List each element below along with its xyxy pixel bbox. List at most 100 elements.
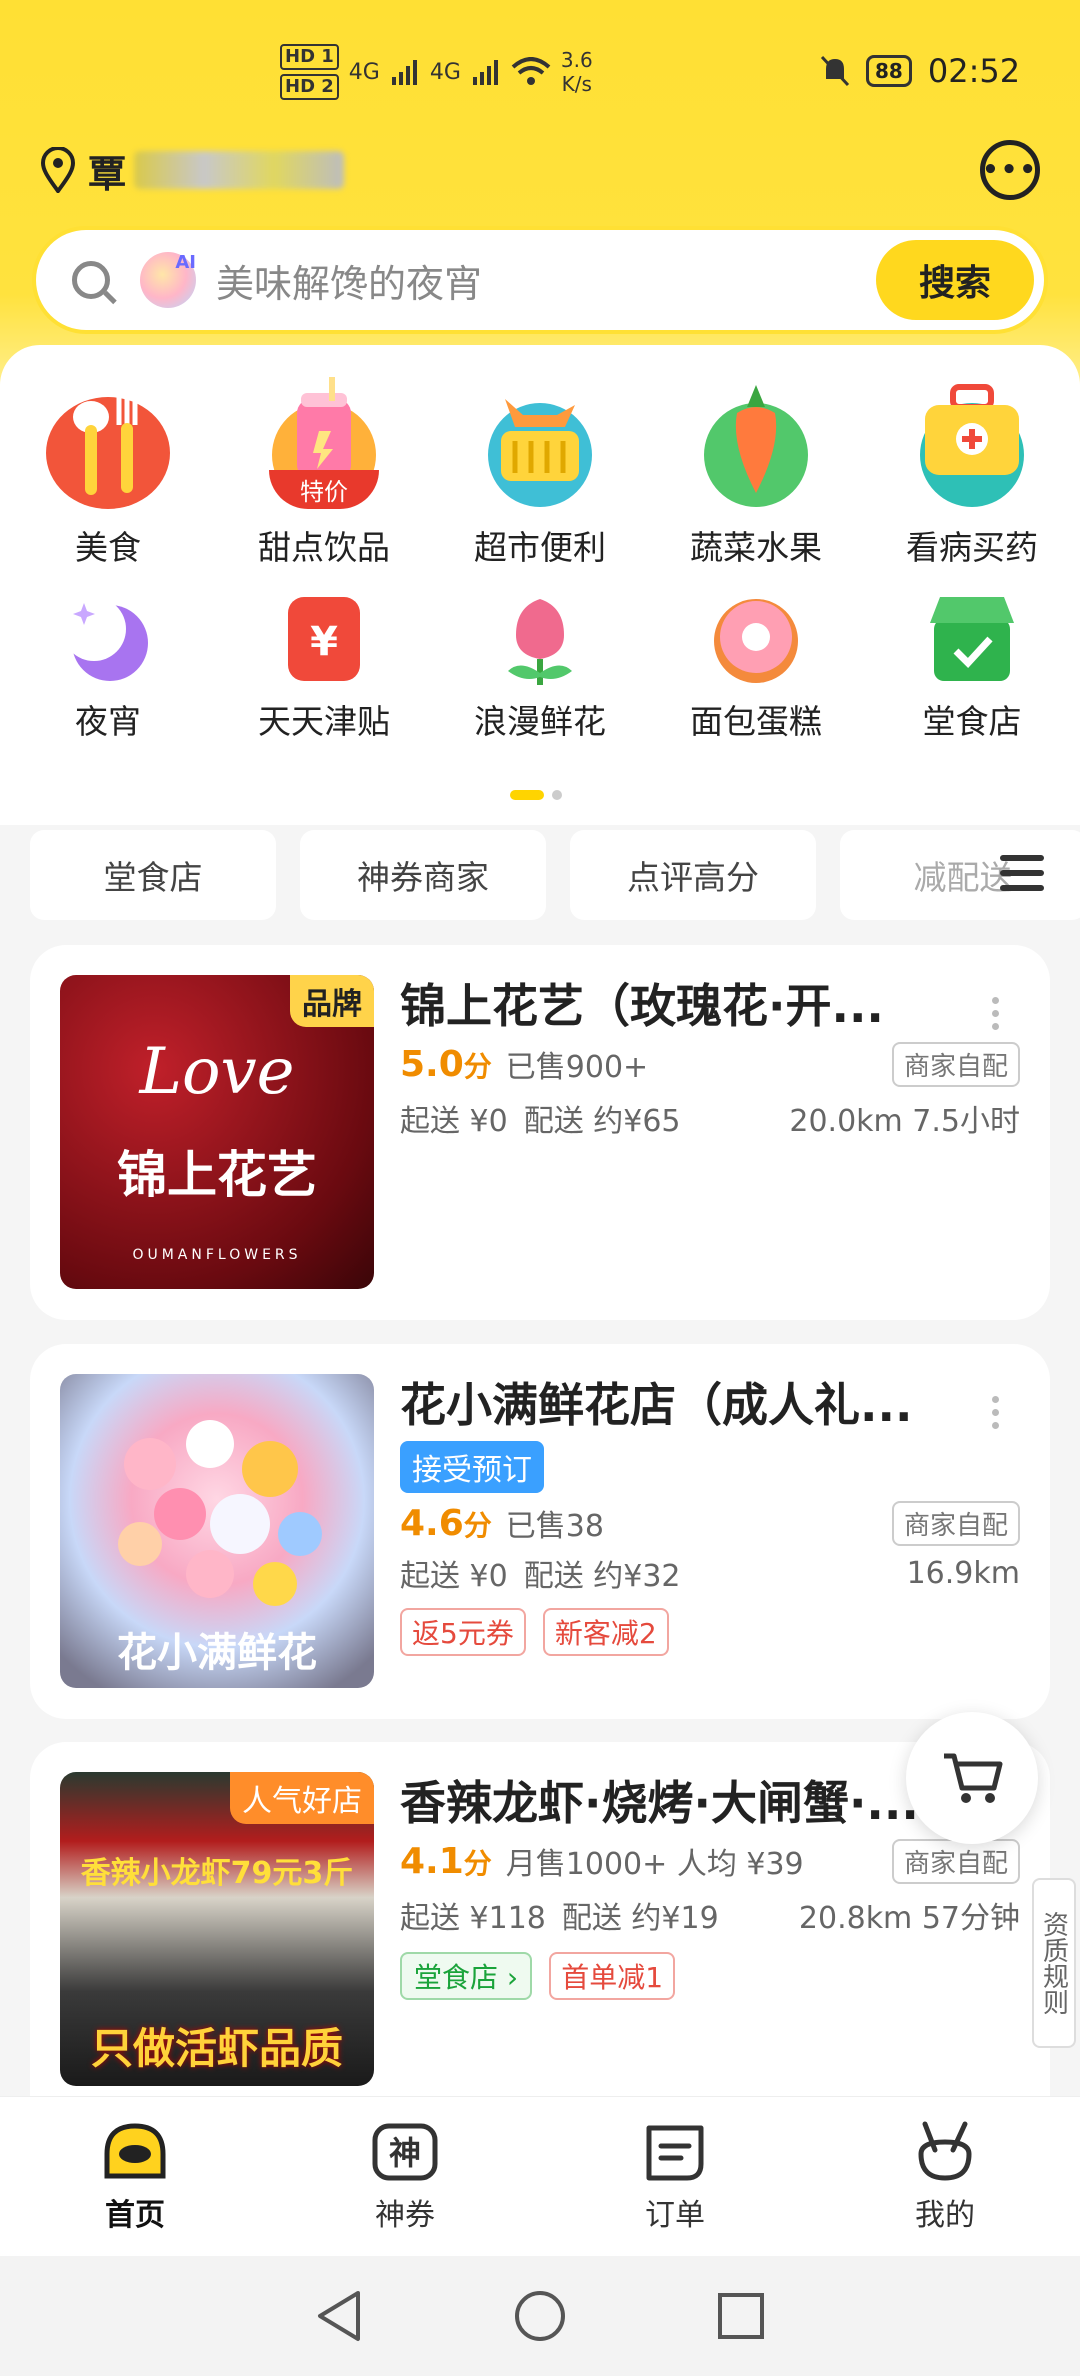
search-bar[interactable]: AI 美味解馋的夜宵 搜索 bbox=[36, 230, 1044, 330]
delivery-row: 起送 ¥0 配送 约¥32 16.9km bbox=[400, 1548, 1020, 1598]
back-icon[interactable] bbox=[314, 2289, 364, 2343]
status-left: HD 1 HD 2 4G 4G 3.6 K/s bbox=[280, 44, 593, 100]
min-order: 起送 ¥118 bbox=[400, 1901, 546, 1936]
hd1-indicator: HD 1 bbox=[280, 44, 339, 70]
carrot-icon bbox=[681, 375, 831, 515]
category-night-snack[interactable]: 夜宵 bbox=[0, 589, 216, 743]
delivery-row: 起送 ¥118 配送 约¥19 20.8km 57分钟 bbox=[400, 1888, 1020, 1942]
category-daily-subsidy[interactable]: ¥ 天天津贴 bbox=[216, 589, 432, 743]
store-sales: 已售38 bbox=[505, 1509, 604, 1544]
category-label: 浪漫鲜花 bbox=[474, 702, 606, 741]
store-card[interactable]: 品牌 Love 锦上花艺 OUMANFLOWERS 锦上花艺（玫瑰花·开... … bbox=[30, 945, 1050, 1320]
recents-icon[interactable] bbox=[716, 2291, 766, 2341]
category-food[interactable]: 美食 bbox=[0, 375, 216, 569]
utensils-icon bbox=[33, 375, 183, 515]
nav-profile[interactable]: 我的 bbox=[810, 2097, 1080, 2256]
filter-coupon-merchants[interactable]: 神券商家 bbox=[300, 830, 546, 920]
nav-coupon[interactable]: 神 神券 bbox=[270, 2097, 540, 2256]
delivery-type-tag: 商家自配 bbox=[891, 1838, 1020, 1884]
category-flowers[interactable]: 浪漫鲜花 bbox=[432, 589, 648, 743]
nav-home[interactable]: 首页 bbox=[0, 2097, 270, 2256]
home-duck-icon bbox=[101, 2120, 169, 2182]
store-card[interactable]: 花小满鲜花 花小满鲜花店（成人礼... 接受预订 4.6分 已售38 商家自配 … bbox=[30, 1344, 1050, 1719]
location-row[interactable]: 覃 ••• bbox=[40, 140, 1040, 200]
filter-menu-icon[interactable] bbox=[1000, 855, 1044, 891]
yen-bag-icon: ¥ bbox=[274, 589, 374, 689]
order-icon bbox=[641, 2120, 709, 2182]
category-bakery[interactable]: 面包蛋糕 bbox=[648, 589, 864, 743]
home-circle-icon[interactable] bbox=[513, 2289, 567, 2343]
filter-dine-in[interactable]: 堂食店 bbox=[30, 830, 276, 920]
status-bar: HD 1 HD 2 4G 4G 3.6 K/s 88 02:52 bbox=[0, 0, 1080, 150]
filter-reduced-delivery[interactable]: 减配送 bbox=[840, 830, 1080, 920]
chat-bubble-icon[interactable]: ••• bbox=[980, 140, 1040, 200]
category-label: 面包蛋糕 bbox=[690, 702, 822, 741]
clock: 02:52 bbox=[927, 52, 1021, 90]
promo-row: 堂食店 › 首单减1 bbox=[400, 1952, 1020, 2000]
qualification-rules-tab[interactable]: 资质规则 bbox=[1032, 1878, 1076, 2048]
system-nav-bar bbox=[0, 2256, 1080, 2376]
hd2-indicator: HD 2 bbox=[280, 74, 339, 100]
category-supermarket[interactable]: 超市便利 bbox=[432, 375, 648, 569]
coupon-icon: 神 bbox=[371, 2120, 439, 2182]
promo-tag: 首单减1 bbox=[549, 1952, 676, 2000]
profile-icon bbox=[911, 2120, 979, 2182]
svg-text:神: 神 bbox=[389, 2134, 421, 2172]
location-text[interactable]: 覃 bbox=[88, 143, 126, 198]
svg-text:¥: ¥ bbox=[310, 619, 338, 665]
nav-label: 首页 bbox=[105, 2197, 165, 2233]
min-order: 起送 ¥0 bbox=[400, 1104, 508, 1139]
category-dine-in[interactable]: 堂食店 bbox=[864, 589, 1080, 743]
shop-icon bbox=[922, 589, 1022, 689]
category-grid: 美食 特价 甜点饮品 超市便利 蔬菜水果 看病买药 夜宵 ¥ 天天津贴 浪漫鲜花… bbox=[0, 375, 1080, 743]
search-input[interactable]: 美味解馋的夜宵 bbox=[216, 253, 482, 308]
distance-time: 20.8km 57分钟 bbox=[798, 1901, 1020, 1936]
signal-bars-icon bbox=[391, 60, 417, 85]
nav-orders[interactable]: 订单 bbox=[540, 2097, 810, 2256]
net-speed-unit: K/s bbox=[561, 72, 592, 96]
store-name[interactable]: 花小满鲜花店（成人礼... bbox=[400, 1374, 960, 1436]
delivery-fee: 配送 约¥65 bbox=[523, 1104, 681, 1139]
more-options-icon[interactable] bbox=[992, 997, 1000, 1030]
thumb-slogan: 只做活虾品质 bbox=[90, 2024, 343, 2073]
category-label: 夜宵 bbox=[75, 702, 141, 741]
donut-icon bbox=[706, 589, 806, 689]
nav-label: 我的 bbox=[915, 2197, 975, 2233]
category-label: 天天津贴 bbox=[258, 702, 390, 741]
cart-icon bbox=[944, 1753, 1003, 1803]
store-card[interactable]: 人气好店 香辣小龙虾79元3斤 只做活虾品质 香辣龙虾·烧烤·大闸蟹·... 4… bbox=[30, 1742, 1050, 2096]
store-info: 锦上花艺（玫瑰花·开... 5.0分 已售900+ 商家自配 起送 ¥0 配送 … bbox=[400, 975, 1020, 1145]
mute-bell-icon bbox=[820, 55, 850, 87]
booking-row: 接受预订 bbox=[400, 1436, 1020, 1498]
category-label: 蔬菜水果 bbox=[690, 528, 822, 567]
store-name[interactable]: 锦上花艺（玫瑰花·开... bbox=[400, 975, 960, 1037]
signal-bars-icon bbox=[472, 60, 498, 85]
ai-assistant-icon[interactable]: AI bbox=[140, 252, 196, 308]
filter-high-rating[interactable]: 点评高分 bbox=[570, 830, 816, 920]
cart-button[interactable] bbox=[906, 1712, 1038, 1844]
net-speed: 3.6 K/s bbox=[561, 48, 593, 96]
thumb-script-text: Love bbox=[139, 1035, 295, 1109]
signal2-label: 4G bbox=[429, 59, 461, 85]
store-name[interactable]: 香辣龙虾·烧烤·大闸蟹·... bbox=[400, 1772, 960, 1834]
thumb-store-name: 锦上花艺 bbox=[117, 1146, 317, 1204]
promo-tag: 新客减2 bbox=[542, 1608, 669, 1656]
store-score: 4.1分 bbox=[400, 1840, 492, 1882]
medkit-icon bbox=[897, 375, 1047, 515]
category-vegetables[interactable]: 蔬菜水果 bbox=[648, 375, 864, 569]
category-pager bbox=[510, 790, 562, 800]
rating-row: 4.1分 月售1000+ 人均 ¥39 商家自配 bbox=[400, 1834, 1020, 1888]
bottom-nav: 首页 神 神券 订单 我的 bbox=[0, 2096, 1080, 2256]
category-medicine[interactable]: 看病买药 bbox=[864, 375, 1080, 569]
location-redacted bbox=[134, 151, 345, 189]
thumb-store-name: 花小满鲜花 bbox=[117, 1630, 317, 1676]
store-info: 花小满鲜花店（成人礼... 接受预订 4.6分 已售38 商家自配 起送 ¥0 … bbox=[400, 1374, 1020, 1656]
more-options-icon[interactable] bbox=[992, 1396, 1000, 1429]
distance-time: 20.0km 7.5小时 bbox=[789, 1104, 1020, 1139]
delivery-fee: 配送 约¥32 bbox=[523, 1559, 681, 1594]
search-button[interactable]: 搜索 bbox=[876, 240, 1034, 320]
store-sales: 已售900+ bbox=[505, 1050, 649, 1085]
dine-in-tag[interactable]: 堂食店 › bbox=[400, 1952, 533, 2000]
category-dessert-drinks[interactable]: 特价 甜点饮品 bbox=[216, 375, 432, 569]
rating-row: 5.0分 已售900+ 商家自配 bbox=[400, 1037, 1020, 1091]
